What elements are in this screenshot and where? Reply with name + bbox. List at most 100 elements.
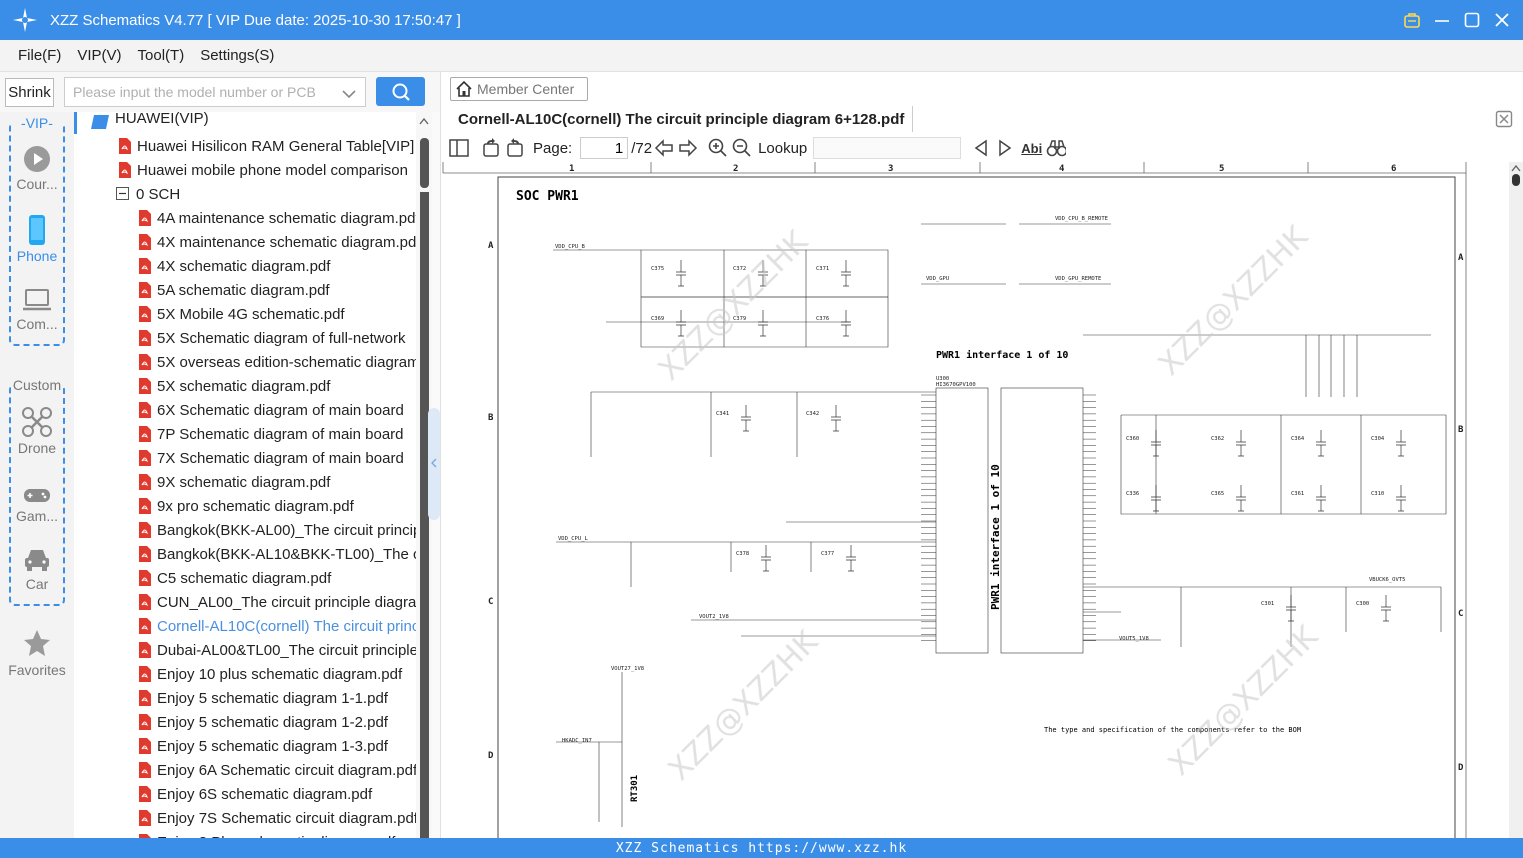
page-number-input[interactable] — [580, 137, 629, 159]
schematic-viewer[interactable]: 1 2 3 4 5 6 A A B B C C D D SOC PWR1 PWR1 interface … — [441, 162, 1510, 838]
next-page-icon[interactable] — [678, 138, 698, 158]
binoculars-icon[interactable] — [1046, 138, 1067, 158]
capacitor-label: C365 — [1211, 491, 1224, 497]
favorites-button[interactable] — [11, 628, 63, 660]
shrink-button[interactable]: Shrink — [5, 78, 54, 107]
zoom-in-icon[interactable] — [708, 138, 728, 158]
pdf-toolbar: Page: /72 Lookup Abi — [441, 134, 1523, 162]
tree-file-item[interactable]: C5 schematic diagram.pdf — [138, 566, 331, 590]
tree-file-item[interactable]: Enjoy 5 schematic diagram 1-2.pdf — [138, 710, 388, 734]
rotate-left-icon[interactable] — [481, 138, 501, 158]
close-icon[interactable] — [1493, 11, 1511, 29]
category-phone[interactable]: Phone — [11, 214, 63, 264]
tree-root[interactable]: HUAWEI(VIP) — [74, 112, 416, 134]
member-center-button[interactable]: Member Center — [450, 77, 588, 101]
menu-vip[interactable]: VIP(V) — [77, 47, 121, 64]
capacitor-label: C364 — [1291, 436, 1305, 442]
viewer-scrollbar[interactable] — [1509, 162, 1523, 838]
net-vdd-cpu-b: VDD_CPU_B — [555, 244, 585, 250]
tree-file-item[interactable]: Bangkok(BKK-AL00)_The circuit principle — [138, 518, 416, 542]
category-phone-label: Phone — [16, 248, 58, 264]
bom-note: The type and specification of the compon… — [1044, 726, 1301, 734]
tree-file-item[interactable]: Enjoy 10 plus schematic diagram.pdf — [138, 662, 402, 686]
tree-file-item[interactable]: Dubai-AL00&TL00_The circuit principle — [138, 638, 416, 662]
tree-file-item[interactable]: 6X Schematic diagram of main board — [138, 398, 404, 422]
previous-page-icon[interactable] — [654, 138, 674, 158]
menu-file[interactable]: File(F) — [18, 47, 61, 64]
lookup-input[interactable] — [813, 137, 962, 159]
minimize-icon[interactable] — [1433, 11, 1451, 29]
tree-file-item[interactable]: 5X Schematic diagram of full-network — [138, 326, 405, 350]
panel-splitter[interactable] — [428, 112, 440, 838]
rotate-right-icon[interactable] — [505, 138, 525, 158]
row-label-right: A — [1458, 253, 1464, 263]
menu-tool[interactable]: Tool(T) — [138, 47, 185, 64]
tree-file-item[interactable]: 4A maintenance schematic diagram.pdf — [138, 206, 416, 230]
tree-file-item[interactable]: Enjoy 8 Plus schematic diagram.pdf — [138, 830, 395, 838]
tree-file-item-selected[interactable]: Cornell-AL10C(cornell) The circuit princ… — [138, 614, 416, 638]
search-button[interactable] — [376, 77, 425, 106]
viewer-panel: Member Center Cornell-AL10C(cornell) The… — [440, 72, 1523, 838]
category-computer[interactable]: Com... — [11, 286, 63, 332]
file-tree: HUAWEI(VIP) Huawei Hisilicon RAM General… — [74, 112, 416, 838]
tree-folder-item[interactable]: 0 SCH — [116, 182, 180, 206]
tree-file-item[interactable]: Huawei Hisilicon RAM General Table[VIP] — [118, 134, 414, 158]
tree-file-item[interactable]: Enjoy 6S schematic diagram.pdf — [138, 782, 372, 806]
viewer-scroll-up-icon[interactable] — [1511, 164, 1521, 172]
net-vdd-gpu-remote: VDD_GPU_REMOTE — [1055, 276, 1101, 282]
category-drone[interactable]: Drone — [11, 406, 63, 456]
chevron-down-icon[interactable] — [342, 86, 356, 104]
tree-file-item[interactable]: Huawei mobile phone model comparison — [118, 158, 408, 182]
menu-settings[interactable]: Settings(S) — [200, 47, 274, 64]
tree-file-item[interactable]: Bangkok(BKK-AL10&BKK-TL00)_The circuit — [138, 542, 416, 566]
tree-root-label: HUAWEI(VIP) — [115, 112, 209, 127]
pdf-file-icon — [139, 450, 151, 466]
vip-bag-icon[interactable] — [1403, 11, 1421, 29]
scroll-up-icon[interactable] — [419, 117, 429, 125]
pdf-file-icon — [119, 162, 131, 178]
tree-file-item[interactable]: 5X Mobile 4G schematic.pdf — [138, 302, 345, 326]
pdf-file-icon — [139, 498, 151, 514]
collapse-minus-icon[interactable] — [116, 187, 130, 201]
tree-file-item[interactable]: CUN_AL00_The circuit principle diagram — [138, 590, 416, 614]
tree-file-item[interactable]: Enjoy 5 schematic diagram 1-3.pdf — [138, 734, 388, 758]
tree-file-item[interactable]: 9x pro schematic diagram.pdf — [138, 494, 354, 518]
tree-file-item[interactable]: Enjoy 6A Schematic circuit diagram.pdf — [138, 758, 416, 782]
star-icon — [24, 630, 50, 656]
tree-file-item[interactable]: 5X schematic diagram.pdf — [138, 374, 330, 398]
sidebar-toggle-icon[interactable] — [449, 138, 469, 158]
tree-file-item[interactable]: Enjoy 5 schematic diagram 1-1.pdf — [138, 686, 388, 710]
search-icon — [392, 83, 410, 101]
collapse-arrow-icon[interactable] — [430, 458, 438, 468]
viewer-scroll-thumb[interactable] — [1512, 174, 1520, 186]
close-document-icon[interactable] — [1495, 110, 1513, 133]
category-car-label: Car — [25, 576, 49, 592]
find-previous-icon[interactable] — [971, 138, 991, 158]
column-label: 2 — [733, 164, 738, 174]
pdf-file-icon — [139, 810, 151, 826]
zoom-out-icon[interactable] — [732, 138, 752, 158]
tree-file-item[interactable]: 5X overseas edition-schematic diagram — [138, 350, 416, 374]
tree-scroll-thumb[interactable] — [420, 138, 429, 188]
tree-file-item[interactable]: 4X schematic diagram.pdf — [138, 254, 330, 278]
category-course[interactable]: Cour... — [11, 144, 63, 192]
find-next-icon[interactable] — [995, 138, 1015, 158]
category-car[interactable]: Car — [11, 546, 63, 592]
net-vbuck6-ovt5: VBUCK6_OVT5 — [1369, 577, 1405, 583]
document-tab[interactable]: Cornell-AL10C(cornell) The circuit princ… — [450, 106, 914, 132]
maximize-icon[interactable] — [1463, 11, 1481, 29]
search-input[interactable] — [64, 77, 366, 107]
car-icon — [25, 550, 49, 571]
tree-file-item[interactable]: Enjoy 7S Schematic circuit diagram.pdf — [138, 806, 416, 830]
category-game[interactable]: Gam... — [11, 484, 63, 524]
match-case-button[interactable]: Abi — [1021, 141, 1042, 156]
pdf-file-icon — [139, 786, 151, 802]
tree-file-label: CUN_AL00_The circuit principle diagram — [157, 593, 416, 611]
tree-file-item[interactable]: 5A schematic diagram.pdf — [138, 278, 330, 302]
tree-file-item[interactable]: 4X maintenance schematic diagram.pdf — [138, 230, 416, 254]
tree-file-item[interactable]: 7P Schematic diagram of main board — [138, 422, 404, 446]
tree-file-item[interactable]: 9X schematic diagram.pdf — [138, 470, 330, 494]
column-label: 6 — [1391, 164, 1396, 174]
tree-file-item[interactable]: 7X Schematic diagram of main board — [138, 446, 404, 470]
tree-file-label: Dubai-AL00&TL00_The circuit principle — [157, 641, 416, 659]
